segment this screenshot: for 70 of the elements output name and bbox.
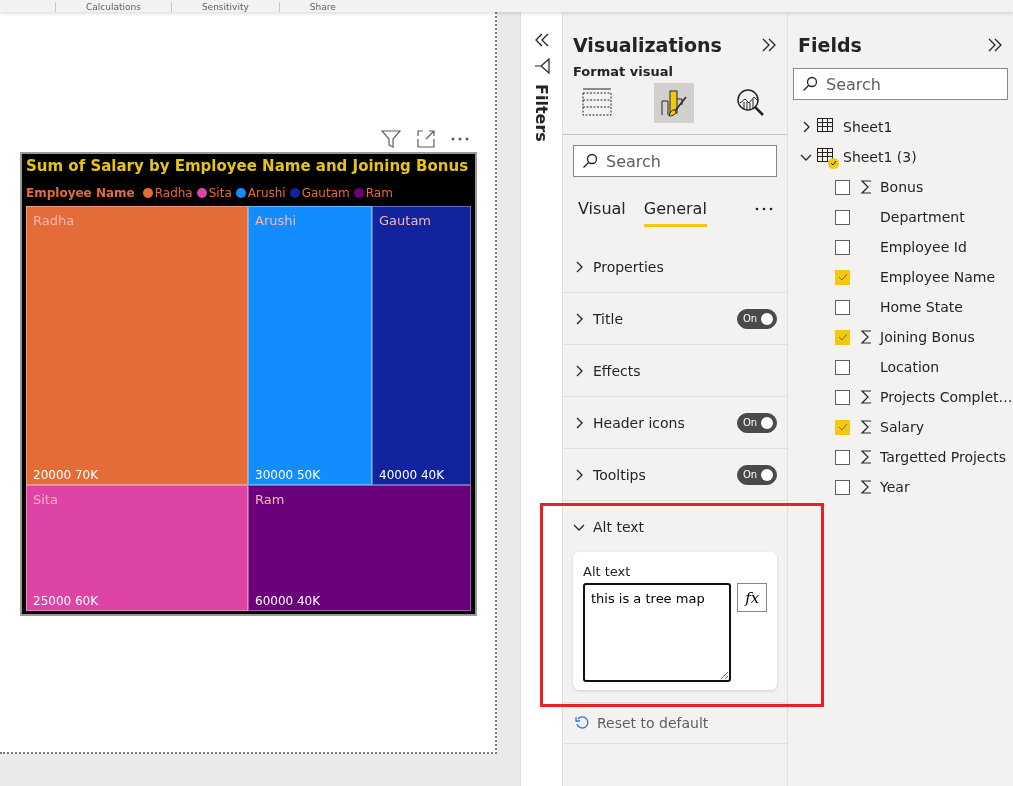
field-label: Alt text	[583, 564, 632, 579]
check-icon	[837, 273, 848, 281]
collapse-right-icon[interactable]	[761, 37, 777, 53]
legend-label: Radha	[154, 185, 193, 200]
field-name[interactable]: Year	[880, 479, 910, 495]
filters-pane-strip[interactable]: Filters	[520, 12, 562, 786]
tab[interactable]: General	[643, 199, 707, 227]
reset-button[interactable]: Reset to default	[563, 703, 787, 744]
field-name[interactable]: Employee Id	[880, 239, 967, 255]
checkbox[interactable]	[835, 479, 850, 495]
pane-title: Visualizations	[573, 34, 722, 56]
filter-icon	[533, 58, 550, 74]
treemap-tile[interactable]: Ram 60000 40K	[248, 485, 471, 611]
field-name[interactable]: Joining Bonus	[880, 329, 975, 345]
field-name[interactable]: Employee Name	[880, 269, 996, 285]
paintbrush-chart-icon	[658, 87, 690, 119]
visual-title: Sum of Salary by Employee Name and Joining Bonus	[26, 156, 470, 176]
field-name[interactable]: Salary	[880, 419, 924, 435]
section-label[interactable]: Title	[593, 310, 729, 327]
search-icon	[582, 153, 598, 169]
section-label[interactable]: Alt text	[593, 518, 777, 535]
collapse-right-icon[interactable]	[987, 37, 1003, 53]
check-icon	[837, 333, 848, 341]
field-name[interactable]: Projects Complet…	[880, 389, 1013, 405]
search-field[interactable]: Search	[793, 68, 1008, 100]
checkbox[interactable]	[835, 239, 850, 255]
legend-title: Employee Name	[26, 185, 135, 200]
filter-icon[interactable]	[381, 130, 401, 148]
field-name[interactable]: Home State	[880, 299, 963, 315]
fields-layout-icon	[581, 88, 613, 118]
toggle-switch[interactable]: On	[737, 412, 777, 433]
check-icon	[837, 423, 848, 431]
checkbox[interactable]	[835, 389, 850, 405]
tab[interactable]: Visual	[578, 199, 626, 227]
collapse-left-icon[interactable]	[533, 32, 550, 48]
table-name[interactable]: Sheet1 (3)	[843, 149, 917, 165]
section-label[interactable]: Header icons	[593, 414, 729, 431]
undo-icon	[575, 716, 589, 730]
search-field[interactable]: Search	[573, 145, 777, 177]
more-options-icon[interactable]	[755, 207, 773, 211]
checkbox[interactable]	[835, 359, 850, 375]
toggle-switch[interactable]: On	[737, 308, 777, 329]
checkbox[interactable]	[835, 179, 850, 195]
section-label[interactable]: Properties	[593, 258, 777, 275]
legend-label: Sita	[208, 185, 232, 200]
field-name[interactable]: Bonus	[880, 179, 924, 195]
treemap-tile[interactable]: Gautam 40000 40K	[372, 206, 471, 485]
legend-label: Gautam	[301, 185, 350, 200]
checkbox[interactable]	[835, 209, 850, 225]
more-options-icon[interactable]	[451, 137, 469, 141]
search-icon	[802, 76, 818, 92]
filters-label: Filters	[532, 84, 551, 142]
treemap-visual[interactable]: Sum of Salary by Employee Name and Joining Bonus Employee Name Radha Sita Arushi Gautam Ram Radha 20000 70K Arushi 30000 50K Gautam 40000 40K Sita 25000 60K Ram 60000 40K	[20, 152, 477, 616]
toggle-switch[interactable]: On	[737, 464, 777, 485]
legend-label: Arushi	[247, 185, 286, 200]
alt-text-field[interactable]: this is a tree map	[583, 583, 732, 682]
field-name[interactable]: Location	[880, 359, 940, 375]
table-name[interactable]: Sheet1	[843, 119, 893, 135]
section-label[interactable]: Effects	[593, 362, 777, 379]
field-name[interactable]: Targetted Projects	[880, 449, 1006, 465]
legend-label: Ram	[365, 185, 393, 200]
fx-button[interactable]: fx	[737, 583, 767, 612]
pane-subtitle: Format visual	[572, 63, 674, 79]
pane-title: Fields	[798, 34, 862, 56]
section-label[interactable]: Tooltips	[593, 466, 729, 483]
focus-mode-icon[interactable]	[417, 130, 435, 148]
treemap-tile[interactable]: Sita 25000 60K	[26, 485, 248, 611]
checkbox[interactable]	[835, 299, 850, 315]
field-name[interactable]: Department	[880, 209, 965, 225]
checkbox[interactable]	[835, 449, 850, 465]
